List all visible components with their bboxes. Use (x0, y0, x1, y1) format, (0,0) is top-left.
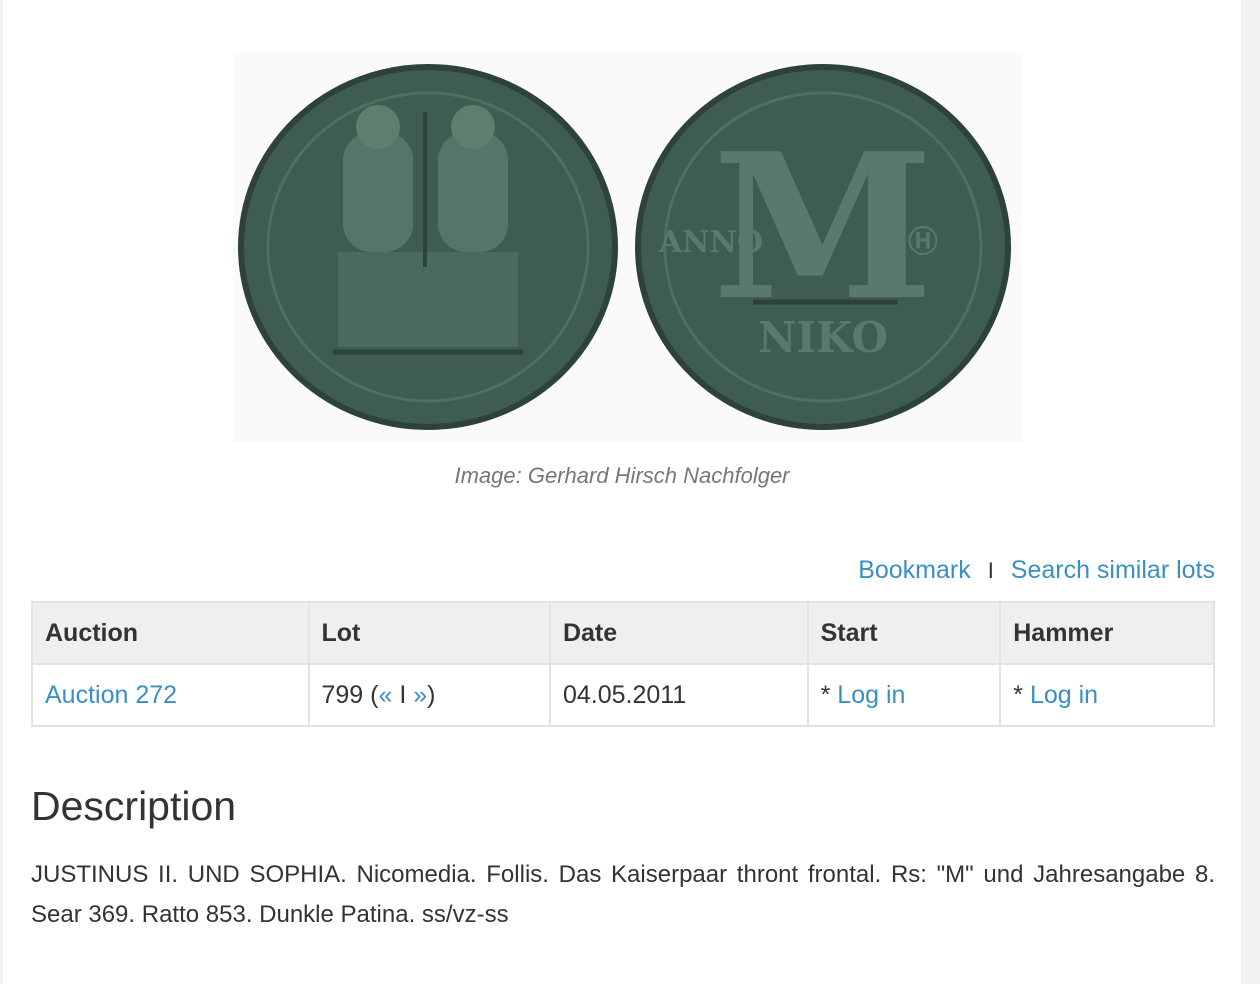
bookmark-link[interactable]: Bookmark (858, 556, 971, 584)
hammer-asterisk: * (1013, 680, 1023, 709)
coin-obverse (238, 64, 618, 430)
lot-nav-separator: I (399, 680, 407, 709)
hammer-login-link[interactable]: Log in (1030, 681, 1098, 709)
table-header-row: Auction Lot Date Start Hammer (31, 601, 1215, 665)
cell-auction: Auction 272 (31, 663, 310, 727)
page: M NIKO ANNO Ⓗ Image: Gerhard Hirsch Nach… (3, 0, 1241, 984)
action-separator: I (987, 558, 994, 583)
description-heading: Description (31, 783, 237, 829)
header-start: Start (806, 601, 1002, 665)
svg-text:Ⓗ: Ⓗ (908, 225, 938, 260)
previous-lot-link[interactable]: « (379, 681, 393, 709)
next-lot-link[interactable]: » (413, 681, 427, 709)
start-asterisk: * (820, 680, 831, 709)
header-hammer: Hammer (999, 601, 1215, 665)
description-text: JUSTINUS II. UND SOPHIA. Nicomedia. Foll… (31, 861, 1215, 928)
header-date: Date (548, 601, 809, 665)
lot-number: 799 (321, 680, 364, 709)
auction-link[interactable]: Auction 272 (45, 681, 177, 709)
svg-text:NIKO: NIKO (758, 313, 888, 362)
lot-actions: Bookmark I Search similar lots (858, 556, 1215, 585)
coin-reverse: M NIKO ANNO Ⓗ (635, 64, 1011, 430)
svg-text:ANNO: ANNO (658, 225, 763, 260)
cell-start: * Log in (806, 663, 1002, 727)
start-login-link[interactable]: Log in (837, 681, 905, 709)
search-similar-lots-link[interactable]: Search similar lots (1011, 556, 1215, 584)
coin-image[interactable]: M NIKO ANNO Ⓗ (233, 52, 1023, 442)
table-row: Auction 272 799 (« I ») 04.05.2011 * Log… (31, 663, 1215, 727)
header-auction: Auction (31, 601, 310, 665)
cell-hammer: * Log in (999, 663, 1215, 727)
cell-lot: 799 (« I ») (307, 663, 551, 727)
lot-paren-close: ) (427, 680, 436, 709)
header-lot: Lot (307, 601, 551, 665)
image-caption: Image: Gerhard Hirsch Nachfolger (454, 463, 790, 488)
lot-table: Auction Lot Date Start Hammer Auction 27… (31, 601, 1215, 727)
cell-date: 04.05.2011 (548, 663, 809, 727)
lot-paren-open: ( (370, 680, 379, 709)
